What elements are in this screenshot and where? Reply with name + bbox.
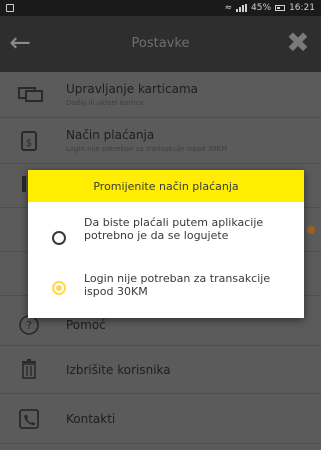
notification-dot: [307, 226, 315, 234]
svg-text:?: ?: [26, 319, 32, 332]
close-icon: ✖: [286, 26, 310, 59]
settings-item-title: Izbrišite korisnika: [66, 363, 171, 377]
svg-text:$: $: [26, 138, 32, 149]
option-login-required[interactable]: Da biste plaćali putem aplikacije potreb…: [28, 210, 304, 260]
wifi-icon: ≈: [224, 3, 233, 13]
settings-item-contacts[interactable]: Kontakti: [0, 394, 321, 444]
page-title: Postavke: [131, 36, 190, 51]
contacts-icon: [18, 408, 40, 430]
settings-item-title: Kontakti: [66, 412, 116, 426]
option-label: Da biste plaćali putem aplikacije potreb…: [84, 216, 264, 242]
settings-item-payment[interactable]: $ Način plaćanja Login nije potreban za …: [0, 118, 321, 164]
signal-icon: [236, 4, 248, 12]
settings-item-title: Upravljanje karticama: [66, 82, 199, 96]
close-button[interactable]: ✖: [283, 29, 313, 59]
settings-item-title: Pomoć: [66, 318, 106, 332]
settings-item-subtitle: Dodaj ili ukloni kartice: [66, 99, 144, 107]
app-bar: ← Postavke ✖: [0, 16, 321, 72]
radio-button-selected[interactable]: [52, 281, 66, 295]
status-right: ≈ 45% 16:21: [225, 3, 316, 13]
option-no-login[interactable]: Login nije potreban za transakcije ispod…: [28, 266, 304, 306]
battery-percent: 45%: [251, 3, 272, 13]
settings-item-delete-user[interactable]: Izbrišite korisnika: [0, 346, 321, 394]
settings-item-title: Način plaćanja: [66, 128, 155, 142]
option-label: Login nije potreban za transakcije ispod…: [84, 272, 271, 298]
trash-icon: [18, 358, 40, 380]
dialog-title: Promijenite način plaćanja: [28, 170, 304, 202]
card-icon: [18, 84, 43, 106]
battery-icon: [275, 5, 286, 11]
clock: 16:21: [289, 3, 315, 13]
settings-item-cards[interactable]: Upravljanje karticama Dodaj ili ukloni k…: [0, 72, 321, 118]
payment-method-dialog: Promijenite način plaćanja Da biste plać…: [28, 170, 304, 318]
radio-button[interactable]: [52, 231, 66, 245]
settings-item-subtitle: Login nije potreban za transakcije ispod…: [66, 145, 228, 153]
payment-icon: $: [18, 130, 40, 152]
sim-icon: [6, 4, 14, 12]
status-bar: ≈ 45% 16:21: [0, 0, 321, 16]
